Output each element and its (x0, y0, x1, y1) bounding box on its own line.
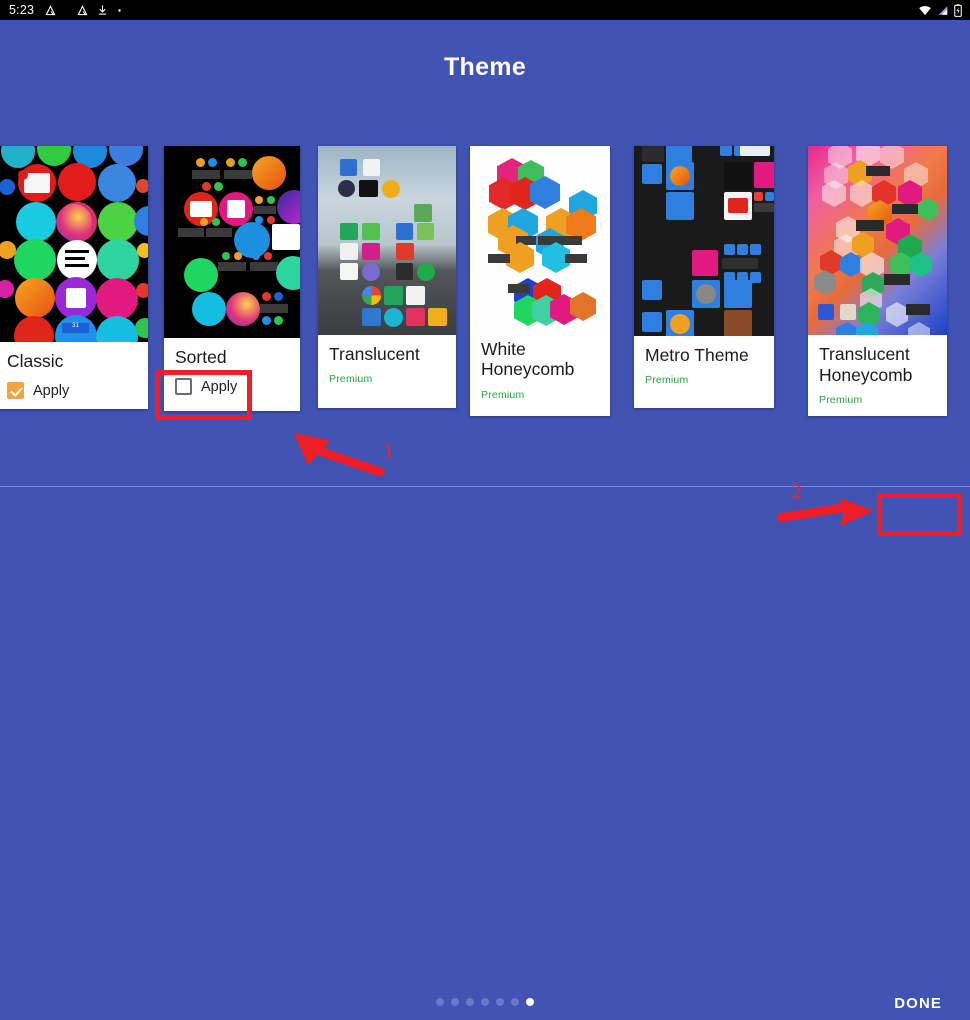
premium-badge: Premium (645, 374, 689, 387)
theme-card-white-honeycomb[interactable]: White Honeycomb Premium (470, 146, 610, 416)
theme-name: Translucent (329, 344, 420, 364)
page-dot[interactable] (511, 998, 519, 1006)
done-button[interactable]: DONE (880, 987, 956, 1020)
page-indicator-dots (0, 998, 970, 1006)
theme-meta-sorted: Sorted Apply (164, 338, 300, 411)
apply-label: Apply (201, 378, 238, 395)
theme-thumbnail-translucent (318, 146, 456, 335)
premium-badge: Premium (819, 394, 863, 406)
apply-checkbox-sorted[interactable] (175, 378, 192, 396)
theme-name: Sorted (175, 347, 227, 367)
annotation-step-1-number: 1 (383, 438, 394, 463)
theme-thumbnail-sorted (164, 146, 300, 338)
apply-toggle-classic[interactable]: Apply (7, 382, 137, 399)
page-dot[interactable] (496, 998, 504, 1006)
premium-badge: Premium (481, 388, 525, 401)
page-title: Theme (443, 53, 527, 81)
adaway-icon (45, 4, 56, 16)
status-bar-clock: 5:23 (9, 3, 35, 17)
theme-card-translucent-honeycomb[interactable]: Translucent Honeycomb Premium (808, 146, 947, 416)
status-bar-notification-icons (45, 4, 122, 16)
theme-thumbnail-translucent-honeycomb (808, 146, 947, 336)
theme-name: Metro Theme (645, 345, 749, 365)
status-bar-system-icons (918, 3, 962, 17)
battery-icon (954, 3, 962, 17)
wifi-icon (918, 5, 932, 16)
page-dot[interactable] (451, 998, 459, 1006)
theme-card-translucent[interactable]: Translucent Premium (318, 146, 456, 408)
page-dot[interactable] (481, 998, 489, 1006)
theme-card-sorted[interactable]: Sorted Apply (164, 146, 300, 411)
annotation-arrow-1 (292, 428, 392, 477)
status-bar: 5:23 (0, 0, 970, 20)
theme-meta-metro: Metro Theme Premium (634, 336, 774, 408)
apply-checkbox-classic[interactable] (7, 382, 24, 399)
footer-bar: DONE (0, 487, 970, 1012)
adaway-icon (77, 4, 88, 16)
premium-badge: Premium (329, 373, 373, 386)
theme-thumbnail-metro (634, 146, 774, 336)
apply-label: Apply (33, 382, 70, 399)
theme-meta-translucent-honeycomb: Translucent Honeycomb Premium (808, 335, 947, 416)
theme-card-metro[interactable]: Metro Theme Premium (634, 146, 774, 408)
dot-icon (117, 8, 122, 13)
page-dot-active[interactable] (526, 998, 534, 1006)
theme-name: White Honeycomb (481, 339, 575, 380)
theme-meta-translucent: Translucent Premium (318, 335, 456, 408)
apply-toggle-sorted[interactable]: Apply (175, 378, 289, 396)
theme-thumbnail-classic: 31 (0, 146, 148, 342)
page-dot[interactable] (466, 998, 474, 1006)
theme-thumbnail-white-honeycomb (470, 146, 610, 330)
theme-meta-classic: Classic Apply (0, 341, 148, 409)
theme-name: Classic (7, 350, 64, 371)
download-icon (97, 4, 108, 16)
theme-card-classic[interactable]: 31 Classic Apply (0, 146, 148, 409)
theme-card-list: 31 Classic Apply Sorted Apply Translucen… (0, 146, 970, 421)
theme-name: Translucent Honeycomb (819, 344, 913, 385)
page-dot[interactable] (436, 998, 444, 1006)
signal-icon (937, 5, 949, 16)
theme-meta-white-honeycomb: White Honeycomb Premium (470, 330, 610, 416)
